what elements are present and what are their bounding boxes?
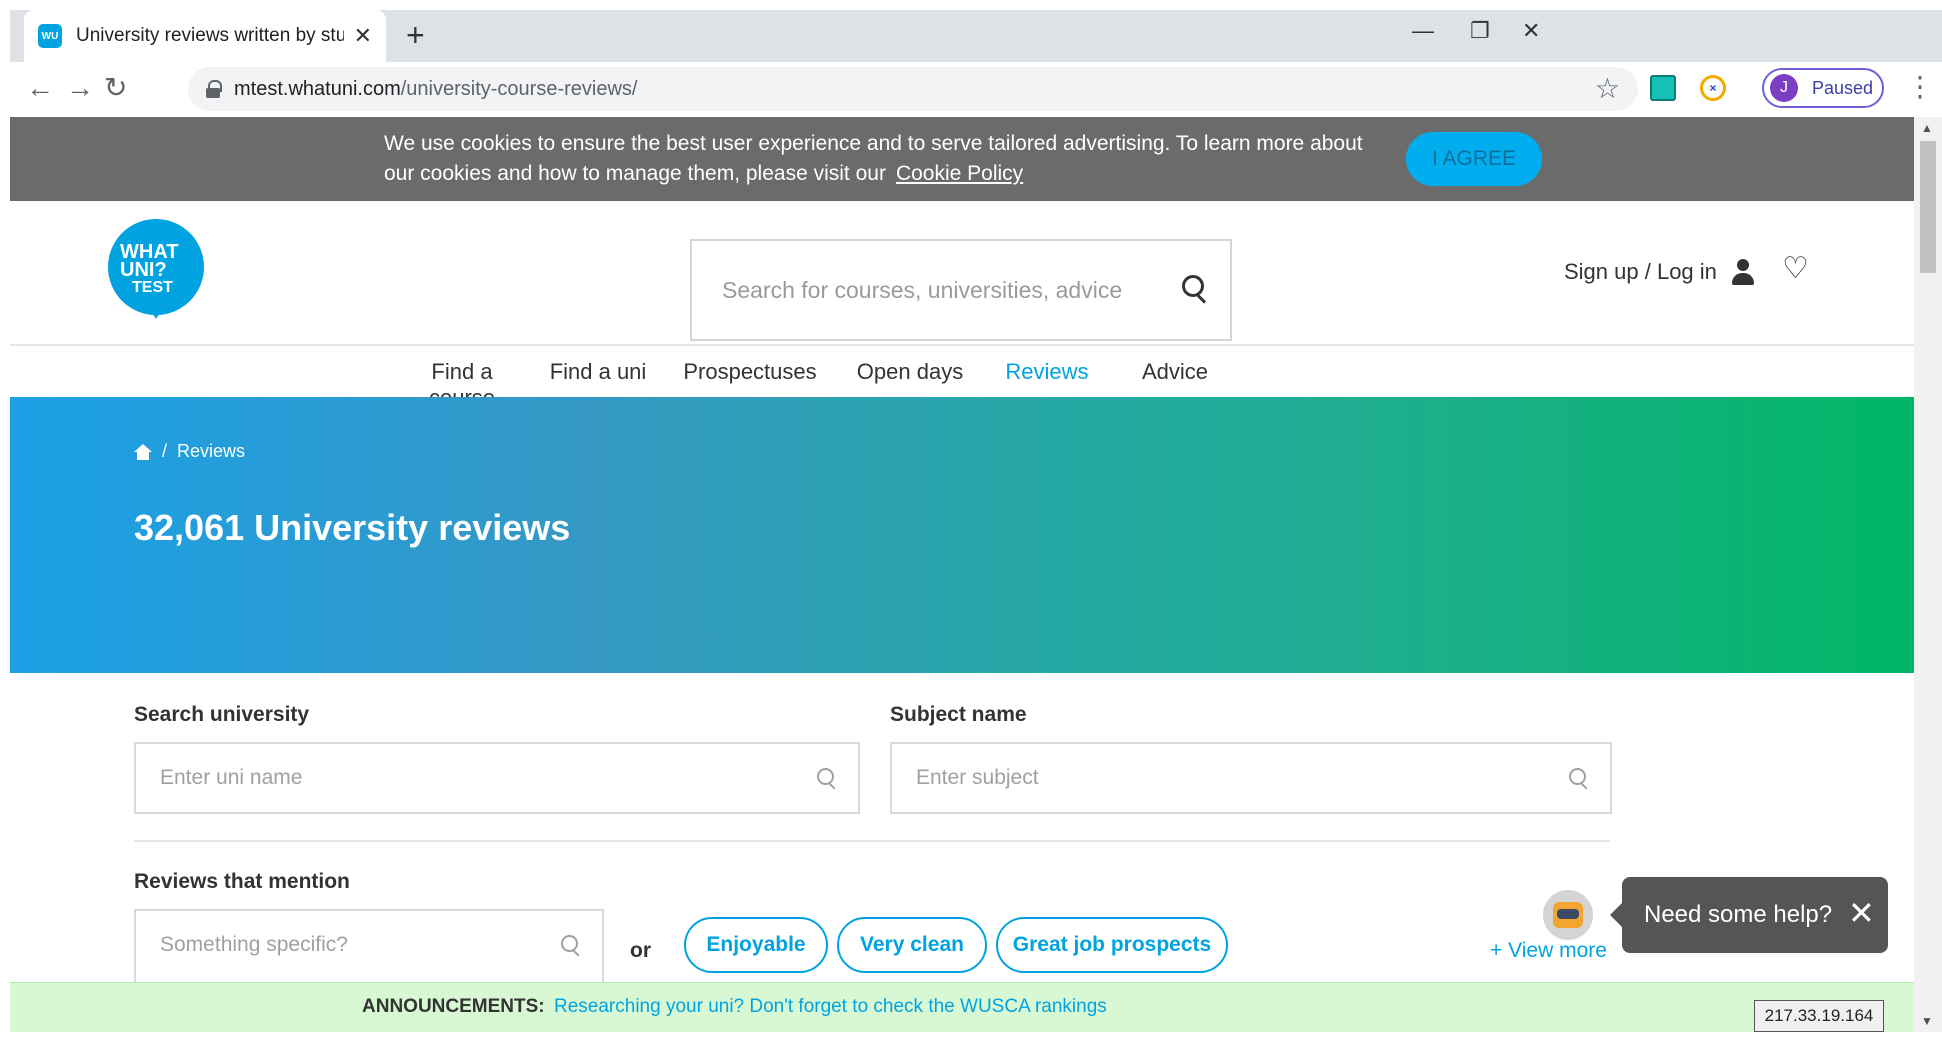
help-text: Need some help? [1644,901,1833,928]
breadcrumb: / Reviews [134,441,245,462]
page-viewport: We use cookies to ensure the best user e… [10,117,1914,1032]
new-tab-button[interactable]: + [406,18,425,52]
logo-line2: UNI? [120,259,167,281]
search-icon[interactable] [1569,768,1586,785]
browser-tabstrip: WU University reviews written by stuc ✕ … [10,10,1942,62]
close-icon[interactable]: ✕ [1848,895,1875,931]
main-navigation: Find a course Find a uni Prospectuses Op… [10,349,1914,410]
uni-search-input[interactable] [136,744,798,812]
uni-search-field [134,742,860,814]
cookie-message: We use cookies to ensure the best user e… [384,132,1363,185]
nav-find-a-course[interactable]: Find a course [402,349,522,410]
restore-icon[interactable]: ❐ [1470,18,1490,44]
search-icon[interactable] [561,935,578,952]
page-scrollbar[interactable]: ▲ ▼ [1914,117,1942,1032]
signup-login-link[interactable]: Sign up / Log in [1564,259,1717,285]
mention-label: Reviews that mention [134,870,350,893]
chatbot-head [1553,902,1583,928]
heart-icon[interactable]: ♡ [1782,253,1809,285]
subject-search-input[interactable] [892,744,1550,812]
filter-divider [134,840,1610,842]
help-bubble[interactable]: Need some help? ✕ [1610,877,1888,953]
whatuni-favicon-icon: WU [38,24,62,48]
view-more-link[interactable]: + View more [1490,939,1607,963]
breadcrumb-reviews[interactable]: Reviews [177,441,245,462]
pill-great-job-prospects[interactable]: Great job prospects [996,917,1228,973]
search-icon[interactable] [817,768,834,785]
url-path: /university-course-reviews/ [400,78,638,100]
mention-search-field [134,909,604,983]
profile-button[interactable]: J Paused [1762,68,1884,108]
announcement-bar: ANNOUNCEMENTS: Researching your uni? Don… [10,982,1914,1032]
or-separator: or [630,939,651,962]
url-domain: mtest.whatuni.com [234,78,401,100]
whatuni-logo[interactable]: WHAT UNI? TEST [108,219,204,323]
user-icon[interactable] [1730,259,1756,287]
search-icon[interactable] [1182,275,1204,297]
chatbot-visor [1557,909,1579,919]
window-close-icon[interactable]: ✕ [1522,18,1540,44]
extension-icon[interactable]: × [1700,75,1726,101]
uni-label: Search university [134,703,310,726]
agree-button[interactable]: I AGREE [1406,132,1542,186]
forward-arrow-icon[interactable]: → [66,72,94,104]
scroll-up-icon[interactable]: ▲ [1921,121,1933,135]
nav-advice[interactable]: Advice [1130,349,1220,403]
star-icon[interactable]: ☆ [1595,72,1620,105]
header-divider [10,344,1914,346]
cookie-text: We use cookies to ensure the best user e… [384,129,1364,189]
scroll-thumb[interactable] [1920,141,1936,273]
ip-address-badge: 217.33.19.164 [1754,1000,1884,1032]
logo-text: WHAT UNI? TEST [120,242,194,297]
lock-icon[interactable] [206,80,222,98]
nav-reviews[interactable]: Reviews [992,349,1102,403]
url-text: mtest.whatuni.com/university-course-revi… [234,78,637,101]
announcement-label: ANNOUNCEMENTS: [362,996,545,1017]
browser-tab[interactable]: WU University reviews written by stuc ✕ [24,10,386,62]
address-bar[interactable]: mtest.whatuni.com/university-course-revi… [188,67,1638,111]
hero-banner: / Reviews 32,061 University reviews [10,397,1914,673]
announcement-link[interactable]: Researching your uni? Don't forget to ch… [554,996,1107,1018]
nav-find-a-uni[interactable]: Find a uni [548,349,648,403]
nav-open-days[interactable]: Open days [850,349,970,403]
logo-tail [146,303,166,319]
mention-search-input[interactable] [136,911,542,979]
pill-very-clean[interactable]: Very clean [837,917,987,973]
subject-label: Subject name [890,703,1027,726]
site-search-box [690,239,1232,341]
cookie-banner: We use cookies to ensure the best user e… [10,117,1914,201]
logo-line3: TEST [132,279,173,296]
tab-close-icon[interactable]: ✕ [354,23,372,49]
extension-icon[interactable] [1650,75,1676,101]
home-icon[interactable] [134,443,152,460]
scroll-down-icon[interactable]: ▼ [1921,1014,1933,1028]
avatar: J [1770,74,1798,102]
nav-prospectuses[interactable]: Prospectuses [675,349,825,403]
breadcrumb-separator: / [162,441,168,461]
browser-toolbar: ← → ↻ mtest.whatuni.com/university-cours… [10,62,1942,117]
profile-status: Paused [1812,77,1874,98]
back-arrow-icon[interactable]: ← [26,72,54,104]
site-search-input[interactable] [692,241,1152,339]
subject-search-field [890,742,1612,814]
menu-dots-icon[interactable]: ⋮ [1906,70,1934,103]
reload-icon[interactable]: ↻ [104,72,127,104]
chatbot-icon[interactable] [1543,890,1593,940]
cookie-policy-link[interactable]: Cookie Policy [896,162,1023,185]
tab-title: University reviews written by stuc [75,25,344,46]
pill-enjoyable[interactable]: Enjoyable [684,917,828,973]
page-title: 32,061 University reviews [134,507,571,548]
screen: WU University reviews written by stuc ✕ … [0,0,1942,1042]
minimize-icon[interactable]: — [1412,18,1434,44]
